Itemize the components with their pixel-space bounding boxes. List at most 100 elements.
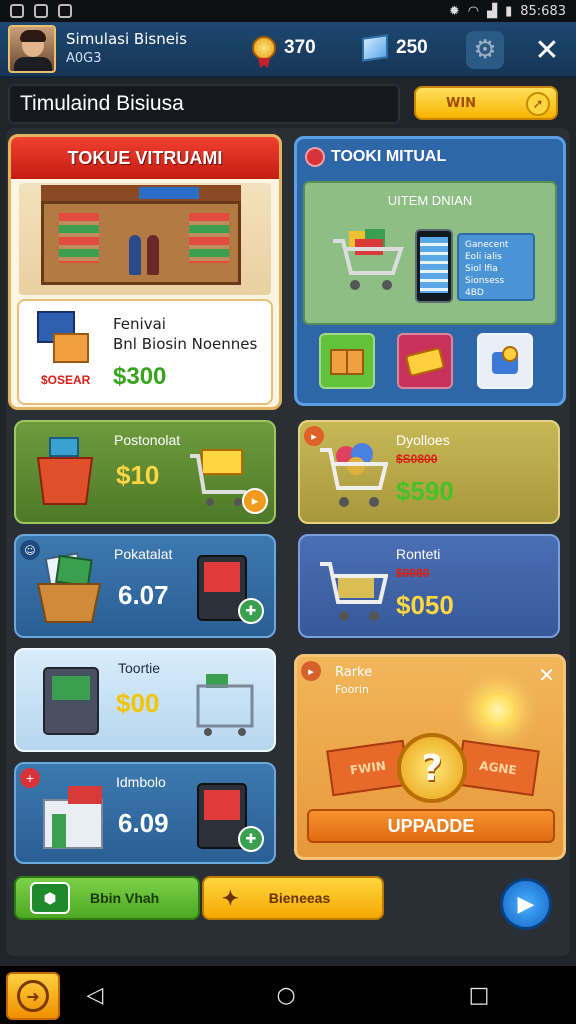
image-icon — [34, 4, 48, 18]
item-card-2[interactable]: ▸ Dyolloes $S0800 $590 — [298, 420, 560, 524]
left-action-label: Bbin Vhah — [90, 890, 160, 906]
offline-line1: Fenivai — [113, 315, 166, 333]
card-3-price: 6.07 — [118, 580, 169, 610]
wifi-icon: ◠ — [467, 3, 480, 19]
win-button[interactable]: WIN ➚ — [414, 86, 558, 120]
item-card-3[interactable]: ☺ Pokatalat 6.07 ✚ — [14, 534, 276, 638]
upgrade-panel: ▸ Rarke Foorin ✕ FWIN AGNE ? UPPADDE — [294, 654, 566, 860]
status-bar: ✹ ◠ ▟ ▮ 85:683 — [0, 0, 576, 22]
play-icon: ▶ — [517, 891, 535, 917]
card-4-old-price: $0080 — [396, 566, 430, 580]
online-store-subheading: UITEM DNIAN — [387, 193, 473, 208]
back-icon[interactable]: ◁ — [87, 983, 104, 1008]
left-action-button[interactable]: ⬢ Bbin Vhah — [14, 876, 200, 920]
play-button[interactable]: ▶ — [500, 878, 552, 930]
mystery-coin-icon: ? — [397, 733, 467, 803]
item-card-4[interactable]: Ronteti $0080 $050 — [298, 534, 560, 638]
item-card-1[interactable]: Postonolat $10 ▸ — [14, 420, 276, 524]
card-2-old-price: $S0800 — [396, 452, 438, 466]
store-icon: ⬢ — [30, 882, 70, 914]
page-title: Timulaind Bisiusa — [20, 92, 184, 115]
record-icon — [305, 147, 325, 167]
card-6-name: Idmbolo — [116, 774, 166, 790]
card-4-name: Ronteti — [396, 546, 441, 562]
card-2-price: $590 — [396, 476, 454, 506]
upgrade-line1: Rarke — [335, 665, 373, 680]
right-ribbon: AGNE — [456, 739, 540, 797]
cube-icon — [362, 34, 388, 62]
ticket-icon[interactable] — [397, 333, 453, 389]
offline-price: $300 — [113, 363, 167, 390]
card-2-name: Dyolloes — [396, 432, 450, 448]
item-card-5[interactable]: Toortie $00 — [14, 648, 276, 752]
clock: 85:683 — [520, 3, 566, 19]
offline-line2: Bnl Biosin Noennes — [113, 335, 258, 353]
card-1-name: Postonolat — [114, 432, 181, 448]
upgrade-button[interactable]: UPPADDE — [307, 809, 555, 843]
gamepad-icon — [58, 4, 72, 18]
offline-tag: $OSEAR — [41, 373, 91, 387]
player-subtitle: A0G3 — [66, 51, 102, 66]
app-shortcut-icon[interactable]: ➜ — [6, 972, 60, 1020]
card-3-name: Pokatalat — [114, 546, 173, 562]
notification-icon — [10, 4, 24, 18]
gear-icon[interactable]: ⚙ — [466, 31, 504, 69]
package-icon[interactable] — [319, 333, 375, 389]
online-store-heading: TOOKI MITUAL — [331, 148, 447, 165]
mid-action-button[interactable]: ✦ Bieneeas — [202, 876, 384, 920]
card-4-price: $050 — [396, 590, 454, 620]
game-screen: ✹ ◠ ▟ ▮ 85:683 Simulasi Bisneis A0G3 370… — [0, 0, 576, 1024]
shop-illustration — [19, 183, 271, 295]
cube-value: 250 — [396, 37, 428, 58]
online-info-screen: Ganecent Eoli ialis Siol lfia Sionsess 4… — [457, 233, 535, 301]
medal-counter: 370 — [252, 36, 316, 60]
wrench-badge-icon[interactable]: ✚ — [238, 598, 264, 624]
player-info: Simulasi Bisneis A0G3 — [66, 29, 187, 69]
card-6-price: 6.09 — [118, 808, 169, 838]
online-store-panel[interactable]: TOOKI MITUAL UITEM DNIAN Ganecent Eoli i… — [294, 136, 566, 406]
cash-register-icon — [37, 311, 89, 363]
cube-counter: 250 — [362, 34, 428, 62]
coin-bag-icon[interactable] — [477, 333, 533, 389]
medal-value: 370 — [284, 37, 316, 58]
online-store-header: TOOKI MITUAL — [305, 147, 446, 167]
close-icon-2[interactable]: ✕ — [538, 663, 555, 687]
shopping-cart-icon — [333, 229, 404, 290]
sun-icon — [481, 693, 515, 727]
battery-icon: ▮ — [505, 3, 513, 19]
player-name: Simulasi Bisneis — [66, 30, 187, 48]
star-icon: ✦ — [222, 887, 239, 910]
system-tray: ✹ ◠ ▟ ▮ 85:683 — [449, 4, 566, 19]
wrench-badge-icon-2[interactable]: ✚ — [238, 826, 264, 852]
offline-store-info: Fenivai Bnl Biosin Noennes $OSEAR $300 — [17, 299, 273, 405]
player-avatar[interactable] — [8, 25, 56, 73]
store-front-icon — [43, 786, 103, 849]
notification-icons — [10, 4, 72, 18]
item-card-6[interactable]: + Idmbolo 6.09 ✚ — [14, 762, 276, 864]
recents-icon[interactable]: □ — [469, 983, 490, 1008]
card-5-name: Toortie — [118, 660, 161, 676]
top-bar: Simulasi Bisneis A0G3 370 250 ⚙ ✕ — [0, 22, 576, 78]
offline-store-heading: TOKUE VITRUAMI — [11, 137, 279, 179]
settings-small-icon: ✹ — [448, 3, 460, 19]
close-icon[interactable]: ✕ — [528, 28, 566, 72]
shelf-cart-icon — [196, 674, 254, 736]
card-5-price: $00 — [116, 688, 160, 718]
basket-icon — [36, 552, 102, 623]
online-store-preview: UITEM DNIAN Ganecent Eoli ialis Siol lfi… — [303, 181, 557, 325]
signal-icon: ▟ — [487, 3, 498, 19]
play-badge-icon[interactable]: ▸ — [242, 488, 268, 514]
offline-store-panel[interactable]: TOKUE VITRUAMI Fenivai Bnl Biosin Noenne… — [8, 134, 282, 410]
arcade-machine-icon — [43, 667, 99, 735]
medal-icon — [252, 36, 276, 60]
home-icon[interactable]: ○ — [276, 983, 295, 1008]
plus-icon[interactable]: + — [20, 768, 40, 788]
page-title-bar: Timulaind Bisiusa — [8, 84, 400, 124]
mid-action-label: Bieneeas — [268, 890, 331, 906]
trash-bin-icon — [36, 437, 94, 505]
info-icon-2[interactable]: ▸ — [301, 661, 321, 681]
empty-cart-icon — [320, 562, 388, 621]
pin-icon: ➚ — [526, 92, 550, 116]
upgrade-line2: Foorin — [335, 683, 369, 696]
cart-with-balls-icon — [320, 443, 388, 507]
